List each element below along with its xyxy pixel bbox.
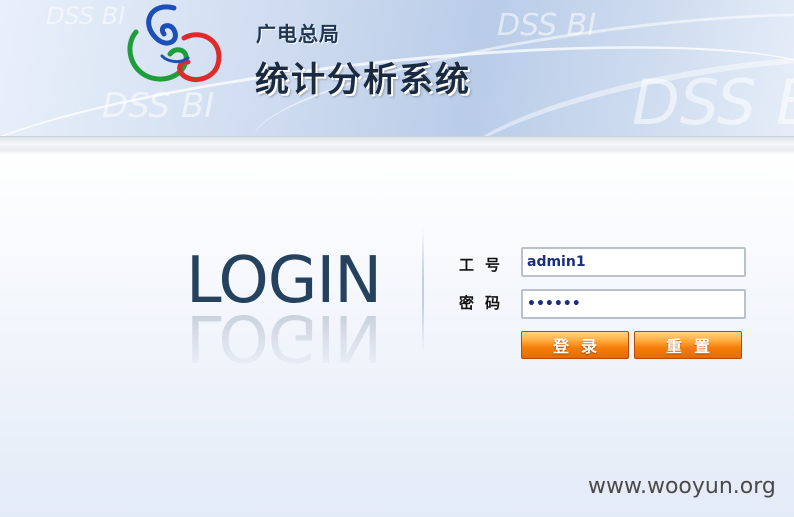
password-input[interactable] (521, 289, 746, 319)
password-label: 密码 (459, 294, 512, 312)
user-id-label: 工号 (459, 256, 512, 274)
banner-watermark: DSS BI (632, 66, 794, 136)
vertical-separator (422, 228, 424, 354)
system-title: 统计分析系统 (255, 60, 471, 100)
swirl-logo-icon (122, 2, 226, 86)
reset-button[interactable]: 重置 (634, 331, 742, 359)
login-heading-reflection: LOGIN (186, 300, 382, 374)
banner-subtitle: 广电总局 (256, 22, 340, 46)
header-banner: DSS BI DSS BI DSS BI DSS BI 广电总局 统计分析系统 (0, 0, 794, 136)
banner-watermark: DSS BI (46, 2, 126, 30)
user-id-input[interactable] (521, 247, 746, 277)
banner-watermark: DSS BI (102, 86, 215, 126)
login-button[interactable]: 登录 (521, 331, 629, 359)
banner-watermark: DSS BI (497, 8, 597, 43)
login-page: DSS BI DSS BI DSS BI DSS BI 广电总局 统计分析系统 … (0, 0, 794, 517)
header-divider (0, 136, 794, 155)
site-watermark: www.wooyun.org (588, 474, 776, 499)
